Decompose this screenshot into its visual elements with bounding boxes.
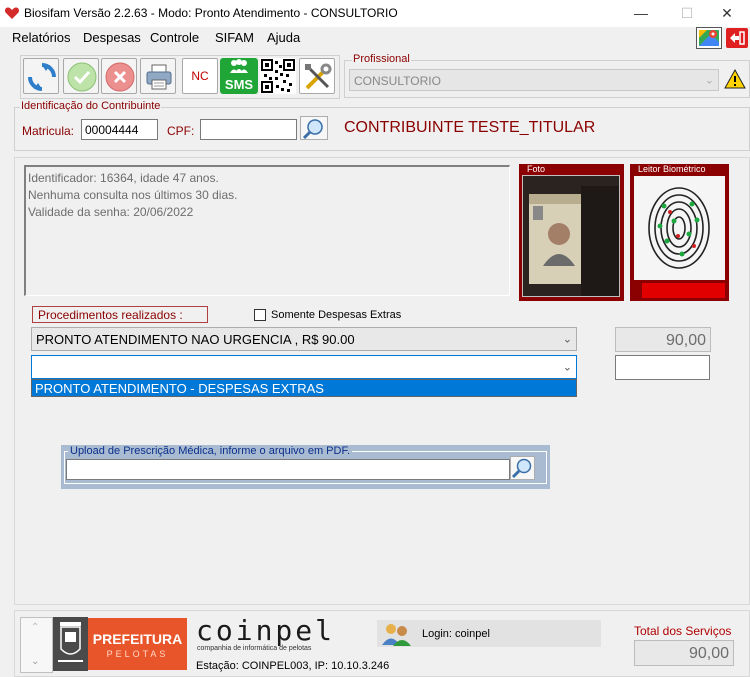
chevron-down-icon: ⌄ [562, 333, 572, 346]
foto-label: Foto [527, 164, 546, 174]
search-icon [511, 458, 532, 479]
tools-icon [305, 63, 332, 90]
sms-button[interactable]: SMS [220, 58, 258, 94]
confirm-button[interactable] [63, 58, 99, 94]
cpf-label: CPF: [167, 124, 195, 138]
refresh-icon [28, 63, 56, 91]
despesa-select[interactable]: ⌄ [31, 355, 577, 379]
profissional-value: CONSULTORIO [354, 74, 441, 88]
upload-label: Upload de Prescrição Médica, informe o a… [68, 445, 353, 457]
estacao-text: Estação: COINPEL003, IP: 10.10.3.246 [196, 660, 390, 672]
fingerprint-icon [648, 187, 710, 269]
total-value: 90,00 [688, 645, 729, 662]
title-bar: Biosifam Versão 2.2.63 - Modo: Pronto At… [0, 0, 750, 27]
procedimento-select[interactable]: PRONTO ATENDIMENTO NAO URGENCIA , R$ 90.… [31, 327, 577, 351]
photo-image [522, 175, 620, 297]
total-field: 90,00 [634, 640, 734, 666]
upload-search-button[interactable] [510, 456, 535, 480]
contribuinte-name: CONTRIBUINTE TESTE_TITULAR [344, 119, 596, 136]
menu-controle[interactable]: Controle [150, 30, 199, 45]
procedimentos-label: Procedimentos realizados : [38, 308, 183, 322]
qr-code-icon [261, 59, 295, 93]
coinpel-subtitle: companhia de informática de pelotas [197, 645, 312, 652]
prefeitura-logo: PREFEITURA PELOTAS [88, 618, 187, 670]
coinpel-logo: coinpel [196, 614, 336, 647]
pelotas-text: PELOTAS [106, 649, 169, 659]
menu-relatorios[interactable]: Relatórios [12, 30, 71, 45]
somente-despesas-checkbox[interactable] [254, 309, 266, 321]
heart-icon [4, 7, 20, 19]
chevron-down-icon: ⌄ [704, 74, 714, 87]
leitor-label: Leitor Biométrico [638, 164, 706, 174]
leitor-panel: Leitor Biométrico [630, 164, 729, 301]
cancel-icon [105, 62, 135, 92]
foto-panel: Foto [519, 164, 624, 301]
maps-button[interactable] [696, 27, 722, 49]
matricula-value: 00004444 [85, 123, 139, 137]
people-icon [230, 59, 248, 73]
chevron-down-icon: ⌄ [31, 656, 40, 667]
sms-label: SMS [224, 77, 254, 92]
close-button[interactable]: ✕ [704, 0, 750, 27]
prefeitura-text: PREFEITURA [92, 631, 183, 647]
despesa-value-field[interactable] [615, 355, 710, 380]
window-title: Biosifam Versão 2.2.63 - Modo: Pronto At… [24, 6, 398, 20]
menu-ajuda[interactable]: Ajuda [267, 30, 300, 45]
biometric-status-bar [642, 283, 725, 298]
footer-scroll[interactable]: ⌃ ⌄ [20, 617, 53, 673]
profissional-label: Profissional [352, 53, 411, 65]
check-icon [67, 62, 97, 92]
chevron-down-icon: ⌄ [562, 361, 572, 374]
procedimento-value: 90,00 [665, 332, 706, 349]
printer-icon [146, 64, 172, 90]
fingerprint-area[interactable] [634, 176, 725, 280]
qr-button[interactable] [260, 58, 296, 94]
procedimento-selected: PRONTO ATENDIMENTO NAO URGENCIA , R$ 90.… [36, 332, 355, 347]
users-icon [382, 624, 411, 646]
id-card-photo [523, 176, 619, 296]
matricula-input[interactable]: 00004444 [81, 119, 158, 140]
nc-label: NC [191, 69, 209, 83]
dropdown-option-label: PRONTO ATENDIMENTO - DESPESAS EXTRAS [35, 381, 324, 396]
procedimentos-label-box: Procedimentos realizados : [32, 306, 208, 323]
info-line: Identificador: 16364, idade 47 anos. [28, 171, 219, 185]
contribuinte-group-label: Identificação do Contribuinte [20, 100, 162, 112]
search-icon [302, 119, 323, 140]
somente-despesas-label: Somente Despesas Extras [271, 309, 402, 321]
print-button[interactable] [140, 58, 176, 94]
info-line: Validade da senha: 20/06/2022 [28, 205, 194, 219]
upload-input[interactable] [66, 459, 510, 480]
logout-button[interactable] [726, 28, 748, 48]
procedimento-value-field: 90,00 [615, 327, 711, 352]
refresh-button[interactable] [23, 58, 59, 94]
cancel-button[interactable] [101, 58, 137, 94]
nc-button[interactable]: NC [182, 58, 218, 94]
chevron-up-icon: ⌃ [31, 622, 40, 633]
warning-icon [724, 69, 746, 89]
menu-sifam[interactable]: SIFAM [215, 30, 254, 45]
upload-group: Upload de Prescrição Médica, informe o a… [61, 445, 550, 489]
tools-button[interactable] [299, 58, 335, 94]
exit-icon [730, 31, 745, 45]
dropdown-option[interactable]: PRONTO ATENDIMENTO - DESPESAS EXTRAS [31, 379, 577, 397]
menu-bar: Relatórios Despesas Controle SIFAM Ajuda [0, 27, 750, 49]
login-box: Login: coinpel [377, 620, 601, 647]
total-label: Total dos Serviços [634, 624, 732, 638]
matricula-label: Matricula: [22, 124, 75, 138]
pelotas-crest [53, 617, 88, 671]
menu-despesas[interactable]: Despesas [83, 30, 141, 45]
info-box: Identificador: 16364, idade 47 anos. Nen… [24, 165, 510, 296]
info-line: Nenhuma consulta nos últimos 30 dias. [28, 188, 238, 202]
coat-of-arms-icon [58, 622, 83, 662]
minimize-button[interactable]: — [618, 0, 664, 27]
login-text: Login: coinpel [422, 628, 490, 640]
cpf-input[interactable] [200, 119, 297, 140]
maps-icon [699, 30, 719, 46]
search-button[interactable] [300, 116, 328, 140]
profissional-select[interactable]: CONSULTORIO ⌄ [349, 69, 719, 91]
